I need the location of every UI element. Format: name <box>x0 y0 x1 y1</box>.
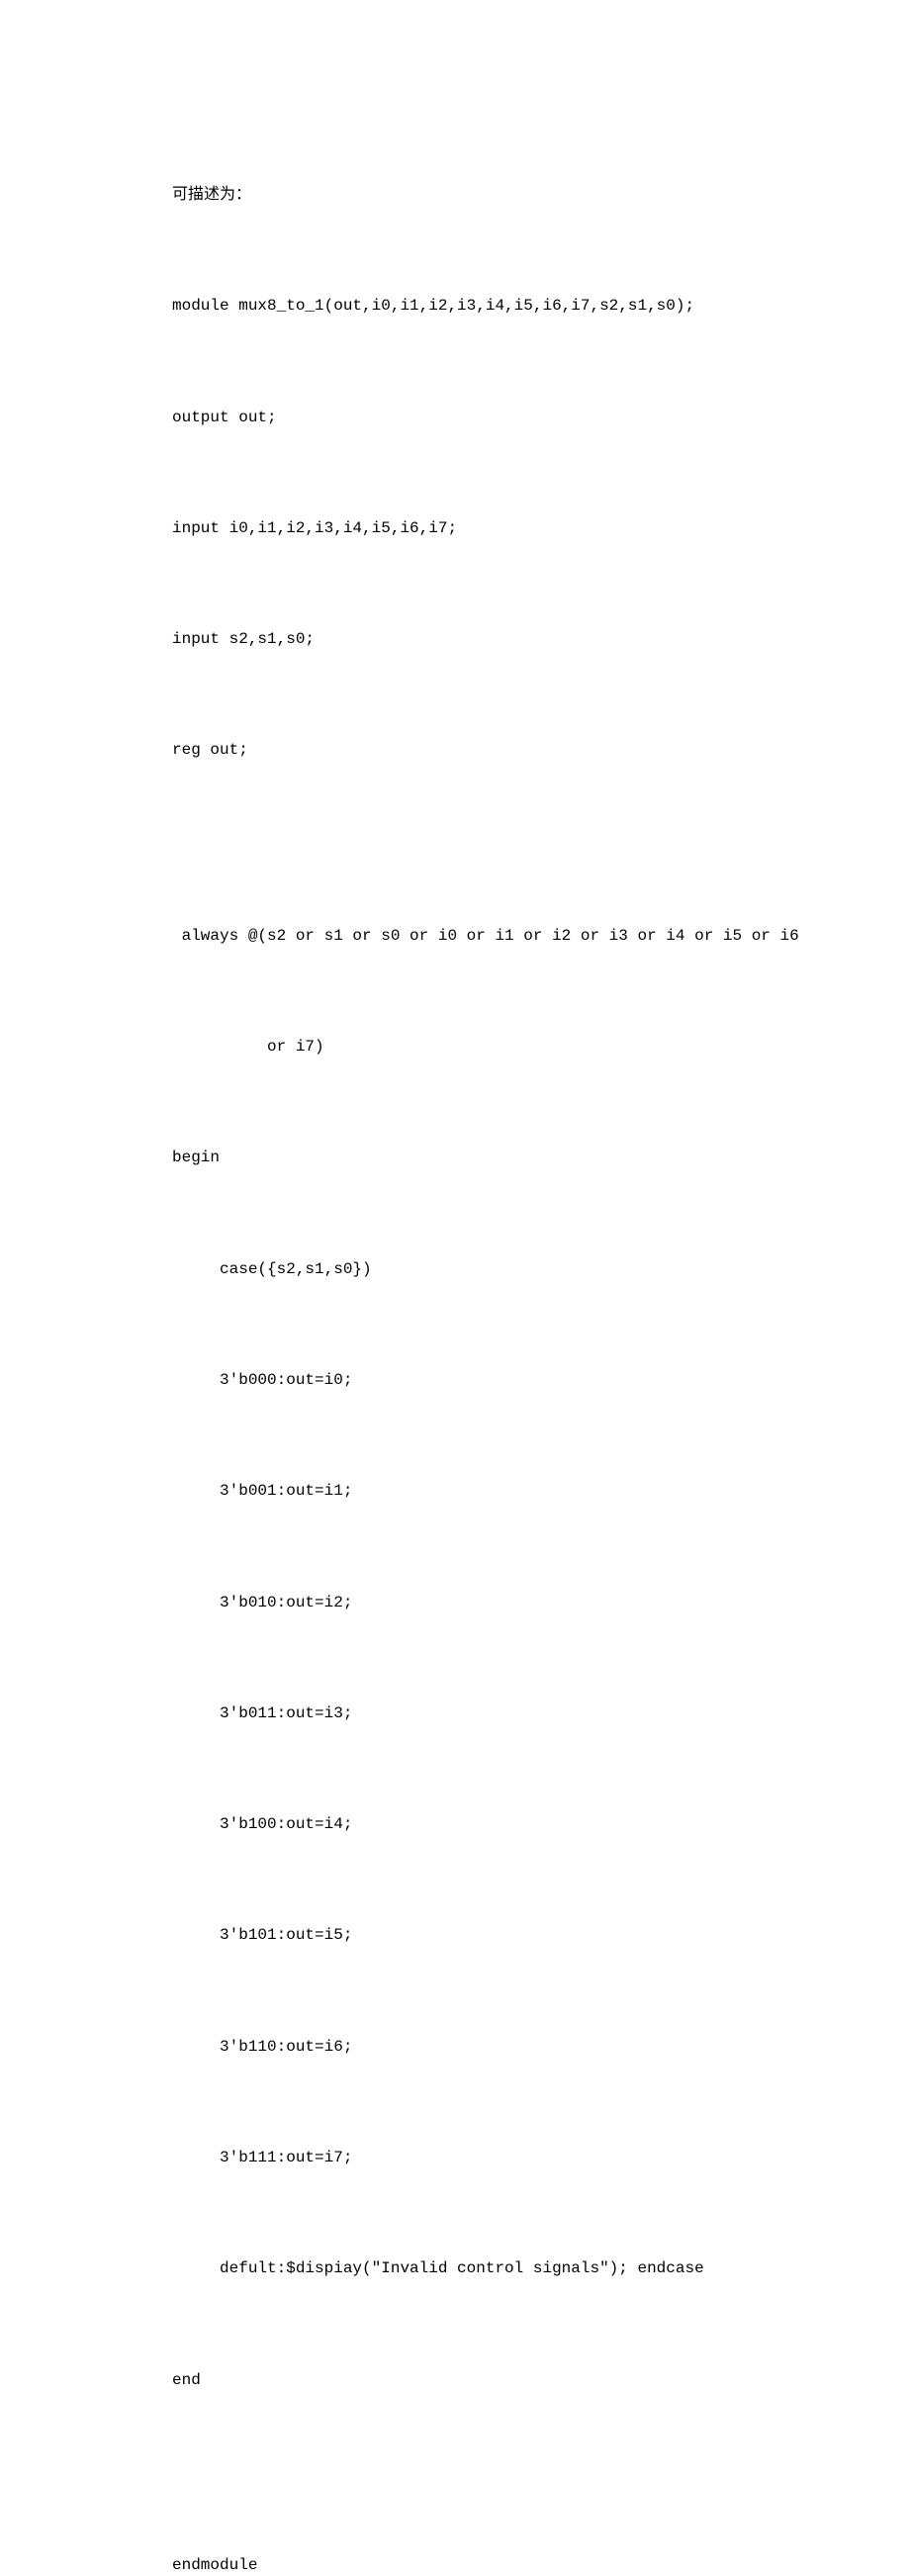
code-line: output out; <box>172 400 738 436</box>
code-line: or i7) <box>172 1029 738 1065</box>
code-line: input s2,s1,s0; <box>172 621 738 658</box>
code-line: 3'b011:out=i3; <box>172 1696 738 1732</box>
code-line: 3'b101:out=i5; <box>172 1917 738 1954</box>
code-line: 可描述为： <box>172 177 738 214</box>
code-line: input i0,i1,i2,i3,i4,i5,i6,i7; <box>172 510 738 547</box>
code-line: module mux8_to_1(out,i0,i1,i2,i3,i4,i5,i… <box>172 288 738 324</box>
code-line: begin <box>172 1140 738 1176</box>
code-line: always @(s2 or s1 or s0 or i0 or i1 or i… <box>172 918 738 955</box>
code-line: 3'b110:out=i6; <box>172 2029 738 2066</box>
document-page: 可描述为： module mux8_to_1(out,i0,i1,i2,i3,i… <box>0 0 910 2576</box>
code-line: case({s2,s1,s0}) <box>172 1251 738 1288</box>
code-line: endmodule <box>172 2547 738 2576</box>
code-line: 3'b111:out=i7; <box>172 2140 738 2176</box>
code-line: reg out; <box>172 732 738 769</box>
code-line: 3'b000:out=i0; <box>172 1362 738 1399</box>
code-line: 3'b001:out=i1; <box>172 1473 738 1510</box>
code-line: end <box>172 2362 738 2399</box>
code-line: 3'b010:out=i2; <box>172 1585 738 1621</box>
code-line: defult:$dispiay("Invalid control signals… <box>172 2251 738 2287</box>
code-line: 3'b100:out=i4; <box>172 1806 738 1843</box>
